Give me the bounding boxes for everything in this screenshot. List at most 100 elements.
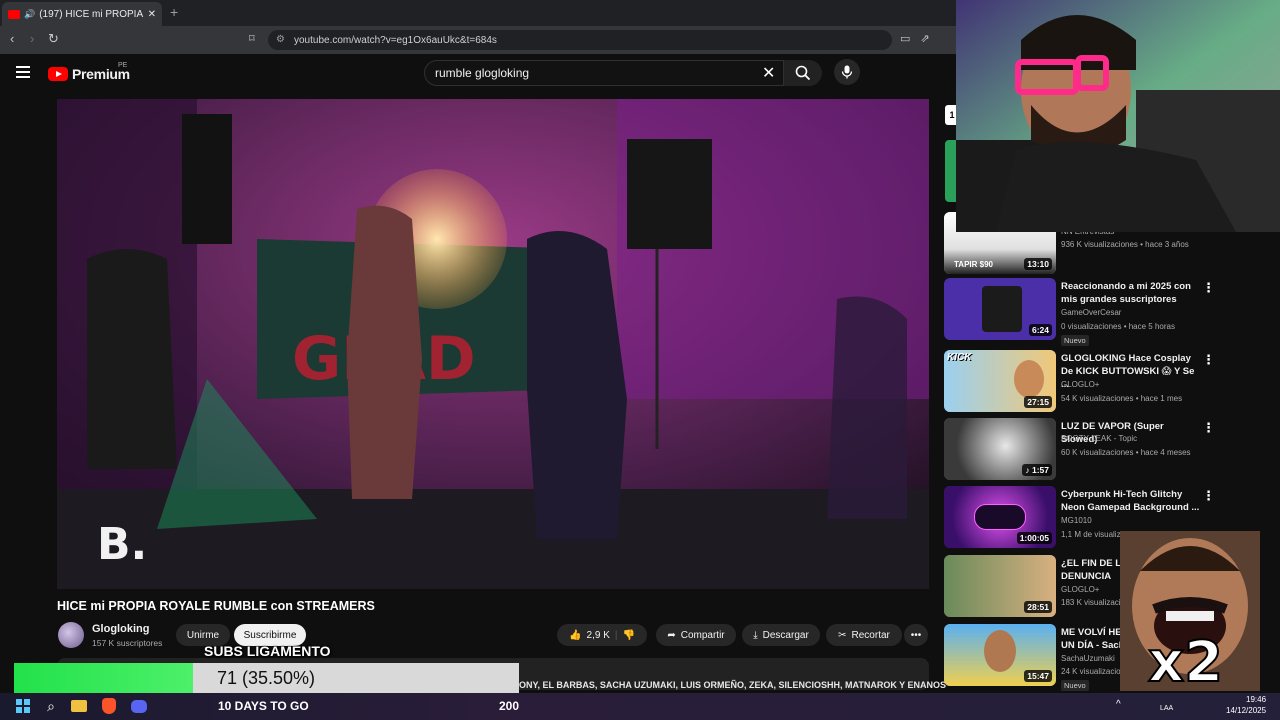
video-frame: GLAD B. — [57, 99, 929, 589]
tray-chevron-icon[interactable]: ^ — [1116, 699, 1121, 710]
subscriber-goal-target: 200 — [499, 699, 520, 713]
video-channel[interactable]: SachaUzumaki — [1061, 654, 1115, 663]
share-icon: ➦ — [667, 629, 676, 641]
brave-browser-icon[interactable] — [100, 697, 118, 715]
search-input[interactable]: rumble glogloking — [424, 60, 784, 86]
subscriber-goal-progress: 71 (35.50%) — [216, 668, 316, 688]
video-duration: 6:24 — [1028, 324, 1052, 336]
video-channel[interactable]: GLOGLO+ — [1061, 585, 1099, 594]
description-text: ONY, EL BARBAS, SACHA UZUMAKI, LUIS ORME… — [519, 680, 947, 690]
thumbs-up-icon: 👍 — [569, 629, 582, 641]
video-duration: 28:51 — [1024, 601, 1052, 613]
scissors-icon: ✂ — [838, 629, 847, 641]
cast-icon[interactable]: ▭ — [900, 32, 910, 45]
video-meta: 60 K visualizaciones • hace 4 meses — [1061, 448, 1191, 457]
subscriber-count: 157 K suscriptores — [92, 638, 163, 648]
subscriber-goal-fill — [14, 663, 193, 693]
channel-name[interactable]: Glogloking — [92, 623, 149, 635]
thumb-caption: KICK — [947, 352, 972, 363]
url-text: youtube.com/watch?v=eg1Ox6auUkc&t=684s — [294, 34, 497, 46]
windows-start-icon[interactable] — [14, 697, 32, 715]
keyboard-language[interactable]: LAA — [1160, 705, 1173, 712]
video-thumbnail[interactable]: 1:00:05 — [944, 486, 1056, 548]
system-clock[interactable]: 19:46 14/12/2025 — [1226, 694, 1266, 716]
browser-actions: ▭ ⇗ — [900, 32, 930, 45]
voice-search-button[interactable] — [834, 59, 860, 85]
share-label: Compartir — [680, 629, 725, 641]
download-button[interactable]: ⤓ Descargar — [742, 624, 820, 646]
hamburger-menu-icon[interactable] — [16, 66, 30, 78]
download-label: Descargar — [762, 629, 809, 641]
video-player[interactable]: GLAD B. — [57, 99, 929, 589]
speaker-icon: 🔊 — [24, 8, 36, 19]
more-options-icon[interactable]: ⋮ — [1202, 420, 1215, 436]
search-button[interactable] — [784, 60, 822, 86]
youtube-logo[interactable]: Premium PE — [48, 62, 130, 82]
video-meta: 0 visualizaciones • hace 5 horas — [1061, 322, 1175, 331]
laughing-face-image: x2 — [1120, 531, 1260, 691]
tab-title: (197) HICE mi PROPIA ROYAL — [39, 8, 143, 20]
search-icon[interactable]: ⌕ — [42, 697, 60, 715]
video-duration: 27:15 — [1024, 396, 1052, 408]
video-thumbnail[interactable]: 15:47 — [944, 624, 1056, 686]
close-tab-icon[interactable]: ✕ — [148, 9, 156, 20]
video-thumbnail[interactable]: ♪ 1:57 — [944, 418, 1056, 480]
channel-avatar[interactable] — [58, 622, 84, 648]
bookmark-icon[interactable]: ⌑ — [249, 32, 255, 45]
meme-overlay: x2 — [1120, 531, 1260, 691]
webcam-overlay — [956, 0, 1280, 232]
video-title[interactable]: Reaccionando a mi 2025 con mis grandes s… — [1061, 280, 1201, 306]
youtube-play-icon — [48, 67, 68, 81]
video-title[interactable]: Cyberpunk Hi-Tech Glitchy Neon Gamepad B… — [1061, 488, 1201, 514]
video-channel[interactable]: MG1010 — [1061, 516, 1092, 525]
video-meta: 54 K visualizaciones • hace 1 mes — [1061, 394, 1183, 403]
browser-tab[interactable]: 🔊 (197) HICE mi PROPIA ROYAL ✕ — [2, 2, 162, 26]
video-meta: 936 K visualizaciones • hace 3 años — [1061, 240, 1189, 249]
more-options-icon[interactable]: ⋮ — [1202, 488, 1215, 504]
video-channel[interactable]: BOOTY LEAK - Topic — [1061, 434, 1137, 443]
reload-icon[interactable]: ↻ — [48, 31, 59, 47]
share-page-icon[interactable]: ⇗ — [920, 32, 929, 45]
subscriber-goal-label: SUBS LIGAMENTO — [204, 643, 331, 659]
list-item[interactable]: ♪ 1:57 LUZ DE VAPOR (Super Slowed) BOOTY… — [944, 418, 1244, 482]
thumbs-down-icon[interactable]: 👎 — [622, 630, 634, 641]
forward-icon[interactable]: › — [30, 31, 34, 46]
more-options-icon[interactable]: ⋮ — [1202, 352, 1215, 368]
new-tab-button[interactable]: + — [170, 4, 178, 20]
new-badge: Nuevo — [1061, 680, 1089, 691]
like-button[interactable]: 👍 2,9 K | 👎 — [557, 624, 647, 646]
download-icon: ⤓ — [753, 629, 758, 641]
clip-label: Recortar — [851, 629, 890, 641]
site-info-icon[interactable]: ⚙ — [276, 34, 285, 45]
more-actions-icon[interactable]: ••• — [904, 624, 928, 646]
video-channel[interactable]: GameOverCesar — [1061, 308, 1121, 317]
video-thumbnail[interactable]: 6:24 — [944, 278, 1056, 340]
clock-time: 19:46 — [1246, 695, 1267, 704]
clip-button[interactable]: ✂ Recortar — [826, 624, 902, 646]
more-options-icon[interactable]: ⋮ — [1202, 280, 1215, 296]
list-item[interactable]: 6:24 Reaccionando a mi 2025 con mis gran… — [944, 278, 1244, 346]
video-watermark: B. — [97, 519, 147, 570]
countdown-text: 10 DAYS TO GO — [218, 699, 309, 713]
clear-search-icon[interactable]: ✕ — [762, 63, 775, 83]
video-thumbnail[interactable]: 28:51 — [944, 555, 1056, 617]
thumb-caption: TAPIR $90 — [954, 260, 993, 269]
back-icon[interactable]: ‹ — [10, 31, 14, 46]
taskbar — [0, 693, 1280, 720]
video-duration: ♪ 1:57 — [1022, 464, 1052, 476]
list-item[interactable]: KICK 27:15 GLOGLOKING Hace Cosplay De KI… — [944, 350, 1244, 414]
country-code: PE — [118, 62, 128, 69]
address-bar[interactable]: ⚙ youtube.com/watch?v=eg1Ox6auUkc&t=684s — [268, 30, 892, 50]
video-channel[interactable]: GLOGLO+ — [1061, 380, 1099, 389]
share-button[interactable]: ➦ Compartir — [656, 624, 736, 646]
video-duration: 13:10 — [1024, 258, 1052, 270]
video-title: HICE mi PROPIA ROYALE RUMBLE con STREAME… — [57, 599, 375, 613]
video-thumbnail[interactable]: KICK 27:15 — [944, 350, 1056, 412]
new-badge: Nuevo — [1061, 335, 1089, 346]
discord-icon[interactable] — [130, 697, 148, 715]
file-explorer-icon[interactable] — [70, 697, 88, 715]
webcam-feed — [956, 0, 1280, 232]
microphone-icon — [841, 65, 853, 79]
search-icon — [795, 65, 811, 81]
youtube-favicon — [8, 9, 20, 19]
